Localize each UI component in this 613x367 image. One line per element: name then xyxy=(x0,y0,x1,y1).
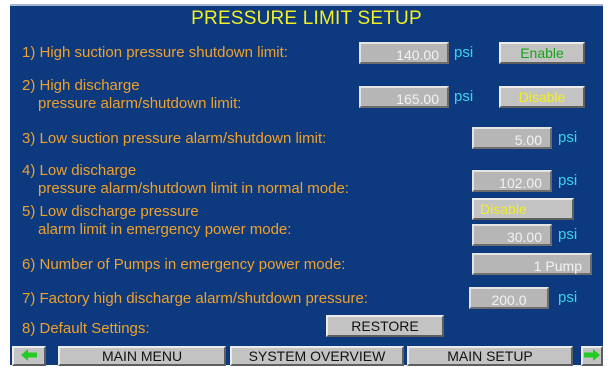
system-overview-button[interactable]: SYSTEM OVERVIEW xyxy=(230,346,404,366)
low-discharge-normal-label-line1: 4) Low discharge xyxy=(22,162,137,179)
psi-unit: psi xyxy=(558,226,578,243)
high-discharge-label-line2: pressure alarm/shutdown limit: xyxy=(38,95,242,112)
psi-unit: psi xyxy=(558,129,578,146)
high-discharge-label-line1: 2) High discharge xyxy=(22,77,140,94)
factory-high-discharge-label: 7) Factory high discharge alarm/shutdown… xyxy=(22,290,368,307)
factory-high-discharge-value[interactable]: 200.0 xyxy=(469,287,549,309)
emergency-pumps-value[interactable]: 1 Pump xyxy=(472,253,592,275)
main-setup-button[interactable]: MAIN SETUP xyxy=(407,346,573,366)
arrow-left-icon xyxy=(14,349,44,361)
low-discharge-normal-label-line2: pressure alarm/shutdown limit in normal … xyxy=(38,180,349,197)
low-suction-value[interactable]: 5.00 xyxy=(472,127,552,149)
high-suction-enable-toggle[interactable]: Enable xyxy=(499,42,585,64)
high-discharge-disable-toggle[interactable]: Disable xyxy=(499,86,585,108)
high-suction-shutdown-label: 1) High suction pressure shutdown limit: xyxy=(22,44,288,61)
low-discharge-emergency-label-line2: alarm limit in emergency power mode: xyxy=(38,221,292,238)
psi-unit: psi xyxy=(558,289,578,306)
hmi-screen: PRESSURE LIMIT SETUP 1) High suction pre… xyxy=(10,4,603,366)
low-suction-label: 3) Low suction pressure alarm/shutdown l… xyxy=(22,130,327,147)
forward-button[interactable] xyxy=(581,346,603,366)
restore-button[interactable]: RESTORE xyxy=(326,315,444,337)
low-discharge-emergency-disable-toggle[interactable]: Disable xyxy=(472,198,574,220)
high-suction-shutdown-value[interactable]: 140.00 xyxy=(359,42,449,64)
main-menu-button[interactable]: MAIN MENU xyxy=(58,346,226,366)
psi-unit: psi xyxy=(454,44,474,61)
psi-unit: psi xyxy=(558,172,578,189)
default-settings-label: 8) Default Settings: xyxy=(22,320,150,337)
psi-unit: psi xyxy=(454,88,474,105)
emergency-pumps-label: 6) Number of Pumps in emergency power mo… xyxy=(22,256,346,273)
page-title: PRESSURE LIMIT SETUP xyxy=(191,8,422,29)
arrow-right-icon xyxy=(583,349,601,361)
low-discharge-normal-value[interactable]: 102.00 xyxy=(472,170,552,192)
low-discharge-emergency-label-line1: 5) Low discharge pressure xyxy=(22,203,199,220)
back-button[interactable] xyxy=(12,346,46,366)
low-discharge-emergency-value[interactable]: 30.00 xyxy=(472,224,552,246)
high-discharge-value[interactable]: 165.00 xyxy=(359,86,449,108)
